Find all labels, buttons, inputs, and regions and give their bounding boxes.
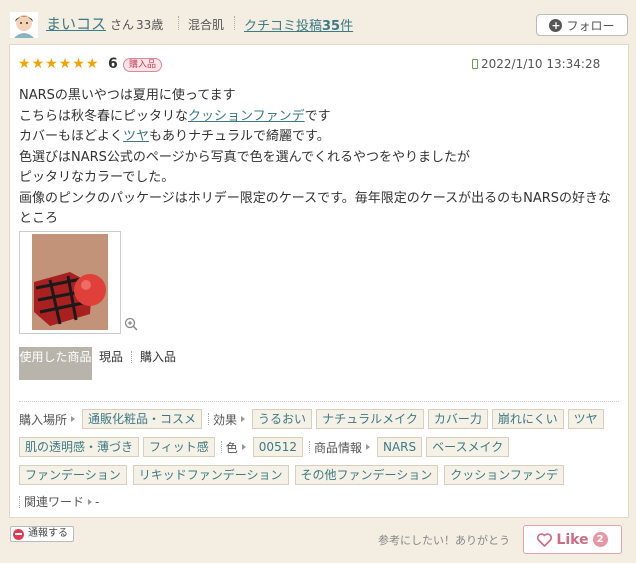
used-product-label: 使用した商品 — [19, 347, 92, 380]
like-count: 2 — [592, 532, 608, 547]
keyword-link[interactable]: ツヤ — [123, 129, 149, 144]
follow-label: フォロー — [566, 18, 615, 33]
review-line: 色選びはNARS公式のページから写真で色を選んでくれるやつをやりましたが — [19, 149, 470, 165]
tag[interactable]: うるおい — [252, 409, 313, 429]
review-count: 35 — [322, 19, 341, 34]
tag[interactable]: 肌の透明感・薄づき — [19, 437, 140, 457]
review-line: NARSの黒いやつは夏用に使ってます — [19, 88, 236, 103]
review-line: ピッタリなカラーでした。 — [19, 170, 175, 185]
arrow-icon — [241, 416, 246, 422]
divider — [234, 16, 235, 30]
label-text: 購入場所 — [19, 412, 68, 427]
color-label: 色 — [226, 439, 249, 456]
arrow-icon — [241, 444, 246, 450]
tag[interactable]: ツヤ — [567, 409, 604, 429]
review-card: ★ ★ ★ ★ ★ ★ 6 購入品 2022/1/10 13:34:28 NARSの黒いや… — [9, 44, 629, 518]
tag-row: ファンデーション リキッドファンデーション その他ファンデーション クッションフ… — [19, 465, 564, 485]
review-text: もありナチュラルで綺麗です。 — [149, 129, 330, 144]
used-product-items: 現品 購入品 — [99, 348, 176, 365]
tag[interactable]: その他ファンデーション — [294, 465, 439, 485]
arrow-icon — [88, 498, 93, 505]
tag[interactable]: 崩れにくい — [491, 409, 564, 429]
purchase-place-label: 購入場所 — [19, 411, 78, 428]
like-button[interactable]: Like 2 — [523, 525, 622, 554]
divider — [131, 350, 133, 363]
review-text: カバーもほどよく — [19, 129, 124, 144]
tag[interactable]: クッションファンデ — [444, 465, 564, 485]
divider — [178, 16, 179, 30]
tag-row: 購入場所 通販化粧品・コスメ 効果 うるおい ナチュラルメイク カバー力 崩れに… — [19, 409, 604, 429]
star-icon: ★ — [58, 56, 72, 72]
tag-section: 購入場所 通販化粧品・コスメ 効果 うるおい ナチュラルメイク カバー力 崩れに… — [19, 401, 619, 509]
label-text: 関連ワード — [24, 495, 85, 509]
tag[interactable]: ベースメイク — [426, 437, 510, 457]
review-body: NARSの黒いやつは夏用に使ってます こちらは秋冬春にピッタリなクッションファン… — [19, 86, 619, 230]
label-text: 商品情報 — [313, 440, 362, 455]
tag[interactable]: NARS — [377, 437, 423, 457]
star-icon: ★ — [45, 56, 58, 72]
review-text: です — [304, 108, 331, 124]
star-icon: ★ — [31, 56, 45, 72]
zoom-icon[interactable] — [124, 317, 138, 331]
divider — [308, 441, 310, 453]
user-age: 33歳 — [136, 18, 164, 32]
tag[interactable]: 00512 — [252, 437, 303, 457]
prohibited-icon — [13, 528, 24, 540]
used-item: 購入品 — [140, 350, 177, 364]
tag[interactable]: 通販化粧品・コスメ — [82, 409, 203, 429]
tag-row: 肌の透明感・薄づき フィット感 色 00512 商品情報 NARS ベースメイク — [19, 437, 510, 457]
post-date-text: 2022/1/10 13:34:28 — [481, 57, 601, 71]
label-text: 効果 — [213, 412, 238, 427]
review-text: こちらは秋冬春にピッタリな — [19, 108, 189, 124]
username-link[interactable]: まいコス — [46, 13, 106, 34]
mobile-icon — [472, 59, 478, 69]
divider — [208, 413, 210, 425]
review-count-link[interactable]: クチコミ投稿35件 — [244, 15, 353, 34]
like-label: Like — [556, 531, 589, 548]
star-icon: ★ — [72, 56, 85, 72]
star-icon: ★ — [85, 56, 99, 72]
user-avatar[interactable] — [10, 12, 38, 38]
review-count-prefix: クチコミ投稿 — [244, 19, 323, 34]
star-icon: ★ — [18, 56, 31, 72]
review-line: 画像のピンクのパッケージはホリデー限定のケースです。毎年限定のケースが出るのもN… — [19, 190, 612, 227]
tag[interactable]: ナチュラルメイク — [316, 409, 424, 429]
tag[interactable]: カバー力 — [427, 409, 488, 429]
star-rating: ★ ★ ★ ★ ★ ★ — [18, 57, 98, 71]
review-line: カバーもほどよくツヤもありナチュラルで綺麗です。 — [19, 127, 619, 148]
tag-row: 関連ワード - — [19, 493, 99, 510]
divider — [220, 441, 222, 453]
product-info-label: 商品情報 — [314, 439, 373, 456]
related-words-label: 関連ワード — [24, 493, 95, 510]
keyword-link[interactable]: クッションファンデ — [188, 109, 305, 124]
plus-icon: + — [549, 18, 563, 32]
tag[interactable]: ファンデーション — [19, 465, 127, 485]
rating-value: 6 — [108, 56, 118, 72]
report-button[interactable]: 通報する — [10, 526, 74, 542]
tag[interactable]: リキッドファンデーション — [132, 465, 289, 485]
used-item: 現品 — [99, 350, 124, 364]
arrow-icon — [366, 444, 370, 450]
review-count-suffix: 件 — [340, 19, 354, 34]
review-line: こちらは秋冬春にピッタリなクッションファンデです — [19, 107, 619, 128]
report-label: 通報する — [28, 528, 68, 539]
follow-button[interactable]: + フォロー — [536, 14, 628, 36]
tag[interactable]: フィット感 — [143, 437, 215, 457]
review-photo[interactable] — [19, 231, 121, 334]
purchase-badge: 購入品 — [123, 58, 163, 72]
helpful-text: 参考にしたい！ありがとう — [378, 534, 510, 547]
heart-icon — [537, 532, 553, 547]
skin-type: 混合肌 — [188, 18, 225, 32]
arrow-icon — [71, 416, 76, 422]
honorific: さん — [110, 18, 135, 32]
post-date: 2022/1/10 13:34:28 — [472, 57, 600, 71]
label-text: 色 — [225, 440, 238, 455]
effect-label: 効果 — [213, 411, 248, 428]
divider — [19, 495, 20, 508]
related-words-value: - — [95, 494, 100, 509]
reviewer-header: まいコス さん 33歳 混合肌 クチコミ投稿35件 + フォロー — [0, 0, 636, 44]
